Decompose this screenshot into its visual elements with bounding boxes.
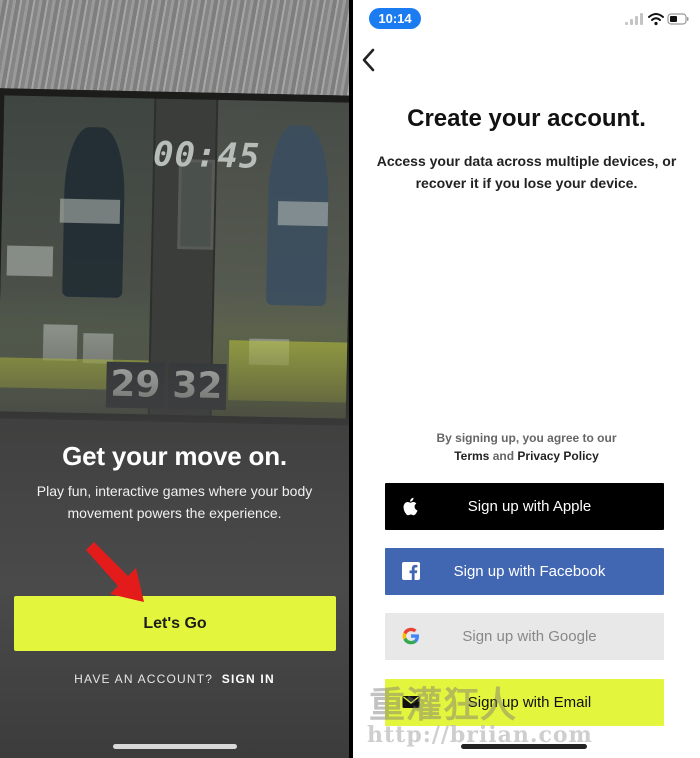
envelope-icon [402, 696, 420, 708]
privacy-policy-link[interactable]: Privacy Policy [517, 449, 598, 463]
background-ceiling [0, 0, 349, 100]
page-title: Create your account. [407, 105, 646, 132]
terms-notice: By signing up, you agree to our Terms an… [353, 429, 700, 465]
lets-go-button[interactable]: Let's Go [14, 596, 336, 651]
and-text: and [492, 449, 515, 463]
agree-text: By signing up, you agree to our [436, 431, 617, 445]
back-chevron-icon[interactable] [357, 46, 381, 74]
onboarding-subtitle: Play fun, interactive games where your b… [36, 483, 313, 521]
wifi-icon [648, 13, 664, 26]
sign-up-email-button[interactable]: Sign up with Email [385, 679, 664, 726]
sign-up-email-label: Sign up with Email [467, 694, 592, 711]
home-indicator[interactable] [461, 744, 587, 749]
sign-up-facebook-label: Sign up with Facebook [453, 563, 606, 580]
google-icon [402, 627, 419, 645]
sign-in-link[interactable]: SIGN IN [222, 672, 275, 686]
game-timer: 00:45 [152, 134, 261, 177]
create-account-screen: 10:14 Create your account. Access your d… [353, 0, 700, 758]
sign-up-google-label: Sign up with Google [462, 628, 597, 645]
battery-icon [667, 13, 689, 25]
account-prompt-text: HAVE AN ACCOUNT? [74, 672, 214, 686]
onboarding-screen: 00:45 29 32 Get your move on. Play fun, … [0, 0, 349, 758]
sign-in-prompt: HAVE AN ACCOUNT? SIGN IN [0, 672, 349, 686]
sign-up-apple-button[interactable]: Sign up with Apple [385, 483, 664, 530]
status-bar-icons [625, 13, 689, 26]
sign-up-facebook-button[interactable]: Sign up with Facebook [385, 548, 664, 595]
sign-up-google-button[interactable]: Sign up with Google [385, 613, 664, 660]
home-indicator[interactable] [113, 744, 237, 749]
status-bar-time: 10:14 [369, 8, 421, 29]
page-description: Access your data across multiple devices… [376, 153, 677, 191]
terms-link[interactable]: Terms [454, 449, 489, 463]
lets-go-label: Let's Go [143, 614, 207, 632]
red-arrow-annotation-icon [86, 542, 144, 602]
onboarding-headline: Get your move on. [62, 441, 287, 471]
signal-icon [625, 13, 643, 25]
apple-icon [403, 497, 418, 516]
sign-up-apple-label: Sign up with Apple [467, 498, 592, 515]
facebook-icon [402, 562, 420, 580]
